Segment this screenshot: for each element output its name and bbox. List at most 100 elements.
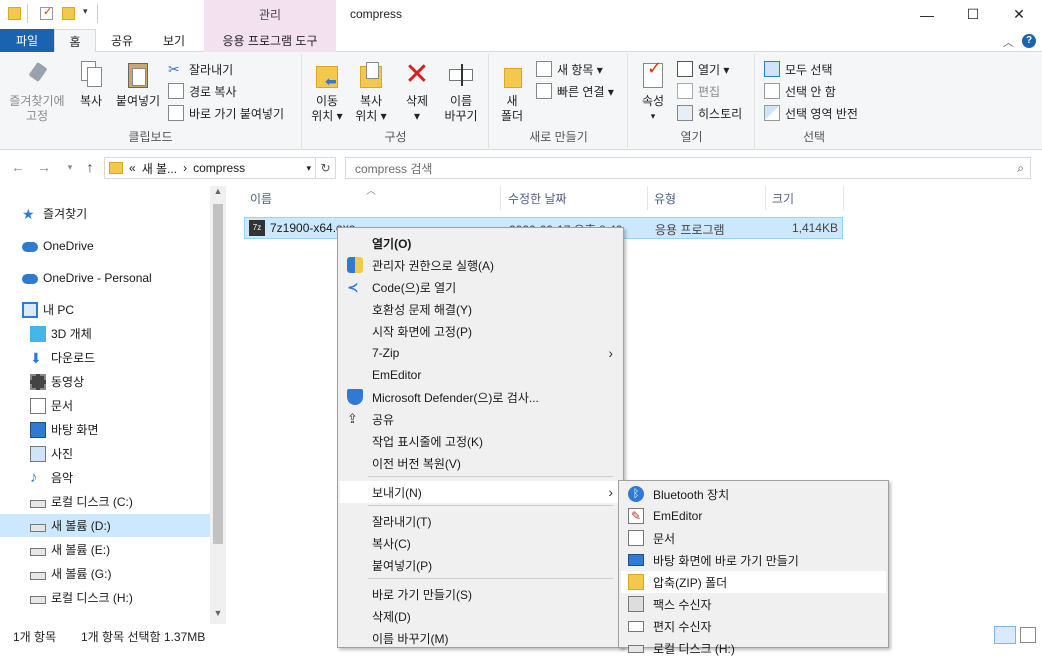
send-to-item[interactable]: 팩스 수신자 bbox=[621, 593, 886, 615]
tab-file[interactable]: 파일 bbox=[0, 29, 54, 52]
context-menu-item[interactable]: 관리자 권한으로 실행(A) bbox=[340, 254, 621, 276]
select-none-button[interactable]: 선택 안 함 bbox=[764, 81, 836, 101]
recent-locations-button[interactable]: ▾ bbox=[60, 157, 80, 177]
large-icons-view-icon[interactable] bbox=[1020, 627, 1036, 643]
context-menu-item[interactable]: Microsoft Defender(으)로 검사... bbox=[340, 386, 621, 408]
send-to-item[interactable]: 바탕 화면에 바로 가기 만들기 bbox=[621, 549, 886, 571]
tab-application-tools[interactable]: 응용 프로그램 도구 bbox=[204, 29, 336, 52]
column-header-size[interactable]: 크기 bbox=[766, 186, 844, 210]
nav-item[interactable]: 사진 bbox=[0, 442, 210, 465]
nav-item[interactable]: 새 볼륨 (G:) bbox=[0, 562, 210, 585]
easy-access-icon bbox=[536, 83, 552, 99]
select-all-button[interactable]: 모두 선택 bbox=[764, 59, 833, 79]
delete-button[interactable]: ✕ 삭제 ▾ bbox=[397, 60, 437, 124]
new-item-button[interactable]: 새 항목 ▾ bbox=[536, 59, 603, 79]
edit-button[interactable]: 편집 bbox=[677, 81, 720, 101]
help-icon[interactable]: ? bbox=[1022, 34, 1036, 48]
tab-view[interactable]: 보기 bbox=[150, 29, 198, 52]
minimize-button[interactable]: — bbox=[904, 0, 950, 29]
breadcrumb-separator[interactable]: › bbox=[183, 161, 187, 175]
context-menu-item[interactable]: 7-Zip › bbox=[340, 342, 621, 364]
nav-item[interactable]: OneDrive bbox=[0, 234, 210, 257]
context-menu-item[interactable]: 호환성 문제 해결(Y) bbox=[340, 298, 621, 320]
forward-button[interactable]: → bbox=[34, 157, 54, 177]
scroll-thumb[interactable] bbox=[213, 204, 223, 544]
context-menu-item[interactable]: 열기(O) bbox=[340, 232, 621, 254]
new-item-label: 새 항목 ▾ bbox=[557, 62, 603, 77]
context-menu-item[interactable]: ≺ Code(으)로 열기 bbox=[340, 276, 621, 298]
search-input[interactable]: compress 검색 ⌕ bbox=[345, 157, 1031, 179]
pin-quick-access-button[interactable]: 즐겨찾기에 고정 bbox=[4, 60, 70, 124]
nav-item[interactable]: ⬇ 다운로드 bbox=[0, 346, 210, 369]
invert-selection-button[interactable]: 선택 영역 반전 bbox=[764, 103, 858, 123]
close-button[interactable]: ✕ bbox=[996, 0, 1042, 29]
context-menu-item[interactable]: 이름 바꾸기(M) bbox=[340, 627, 621, 649]
send-to-item[interactable]: 문서 bbox=[621, 527, 886, 549]
tab-share[interactable]: 공유 bbox=[100, 29, 144, 52]
nav-item[interactable]: 3D 개체 bbox=[0, 322, 210, 345]
nav-item[interactable]: OneDrive - Personal bbox=[0, 266, 210, 289]
context-menu-item[interactable]: 삭제(D) bbox=[340, 605, 621, 627]
context-menu-item[interactable]: 보내기(N) › bbox=[340, 481, 621, 503]
address-dropdown-icon[interactable]: ▾ bbox=[306, 163, 311, 174]
context-menu-item[interactable]: 바로 가기 만들기(S) bbox=[340, 583, 621, 605]
easy-access-button[interactable]: 빠른 연결 ▾ bbox=[536, 81, 614, 101]
paste-shortcut-button[interactable]: 바로 가기 붙여넣기 bbox=[168, 103, 284, 123]
send-to-item[interactable]: ✎ EmEditor bbox=[621, 505, 886, 527]
breadcrumb-compress[interactable]: compress bbox=[193, 161, 245, 175]
scroll-up-icon[interactable]: ▲ bbox=[210, 186, 226, 202]
collapse-ribbon-icon[interactable]: ︿ bbox=[1003, 34, 1014, 50]
context-menu-item[interactable]: 잘라내기(T) bbox=[340, 510, 621, 532]
properties-button[interactable]: ✓ 속성 ▾ bbox=[635, 59, 671, 124]
copy-to-button[interactable]: 복사 위치 ▾ bbox=[349, 60, 393, 124]
send-to-item[interactable]: 압축(ZIP) 폴더 bbox=[621, 571, 886, 593]
cut-button[interactable]: ✂ 잘라내기 bbox=[168, 59, 233, 79]
context-menu-item[interactable]: 이전 버전 복원(V) bbox=[340, 452, 621, 474]
refresh-button[interactable]: ↻ bbox=[316, 157, 336, 179]
maximize-button[interactable]: ☐ bbox=[950, 0, 996, 29]
context-menu-item[interactable]: EmEditor bbox=[340, 364, 621, 386]
breadcrumb-volume[interactable]: 새 볼... bbox=[142, 160, 177, 177]
properties-dropdown-icon[interactable]: ▾ bbox=[651, 109, 656, 124]
nav-item[interactable]: ★ 즐겨찾기 bbox=[0, 202, 210, 225]
scroll-down-icon[interactable]: ▼ bbox=[210, 608, 226, 624]
back-button[interactable]: ← bbox=[8, 157, 28, 177]
send-to-item[interactable]: 편지 수신자 bbox=[621, 615, 886, 637]
context-menu-item[interactable]: 작업 표시줄에 고정(K) bbox=[340, 430, 621, 452]
open-button[interactable]: 열기 ▾ bbox=[677, 59, 729, 79]
path-overflow[interactable]: « bbox=[129, 161, 136, 175]
details-view-icon[interactable] bbox=[994, 626, 1016, 644]
paste-button[interactable]: 붙여넣기 bbox=[112, 60, 164, 109]
nav-item[interactable]: 새 볼륨 (E:) bbox=[0, 538, 210, 561]
rename-button[interactable]: 이름 바꾸기 bbox=[439, 60, 483, 124]
move-to-button[interactable]: ⬅ 이동 위치 ▾ bbox=[305, 60, 349, 124]
up-button[interactable]: ↑ bbox=[80, 157, 100, 177]
history-button[interactable]: 히스토리 bbox=[677, 103, 742, 123]
customize-quick-access-icon[interactable]: ▾ bbox=[83, 6, 88, 17]
address-bar[interactable]: « 새 볼... › compress ▾ bbox=[104, 157, 316, 179]
context-menu-item[interactable]: 복사(C) bbox=[340, 532, 621, 554]
nav-item[interactable]: 새 볼륨 (D:) bbox=[0, 514, 210, 537]
nav-item[interactable]: 로컬 디스크 (H:) bbox=[0, 586, 210, 609]
send-to-item[interactable]: 로컬 디스크 (H:) bbox=[621, 637, 886, 659]
tab-home[interactable]: 홈 bbox=[54, 29, 96, 53]
column-header-type[interactable]: 유형 bbox=[648, 186, 766, 210]
context-menu-item[interactable]: 시작 화면에 고정(P) bbox=[340, 320, 621, 342]
nav-item[interactable]: 문서 bbox=[0, 394, 210, 417]
nav-item[interactable]: 로컬 디스크 (C:) bbox=[0, 490, 210, 513]
column-header-date[interactable]: 수정한 날짜 bbox=[502, 186, 648, 210]
nav-item[interactable]: 동영상 bbox=[0, 370, 210, 393]
copy-path-button[interactable]: 경로 복사 bbox=[168, 81, 237, 101]
nav-item[interactable]: 바탕 화면 bbox=[0, 418, 210, 441]
navigation-scrollbar[interactable]: ▲ ▼ bbox=[210, 186, 226, 624]
context-menu-item[interactable]: 붙여넣기(P) bbox=[340, 554, 621, 576]
properties-icon[interactable]: ✓ bbox=[40, 6, 53, 20]
context-menu-item[interactable]: ⇪ 공유 bbox=[340, 408, 621, 430]
new-folder-button[interactable]: 새 폴더 bbox=[494, 60, 530, 124]
nav-item[interactable]: ♪ 음악 bbox=[0, 466, 210, 489]
send-to-item[interactable]: ᛒ Bluetooth 장치 bbox=[621, 483, 886, 505]
new-folder-icon[interactable] bbox=[62, 7, 75, 20]
copy-button[interactable]: 복사 bbox=[72, 60, 110, 109]
nav-item[interactable]: 내 PC bbox=[0, 298, 210, 321]
column-header-name[interactable]: 이름 bbox=[244, 186, 501, 210]
